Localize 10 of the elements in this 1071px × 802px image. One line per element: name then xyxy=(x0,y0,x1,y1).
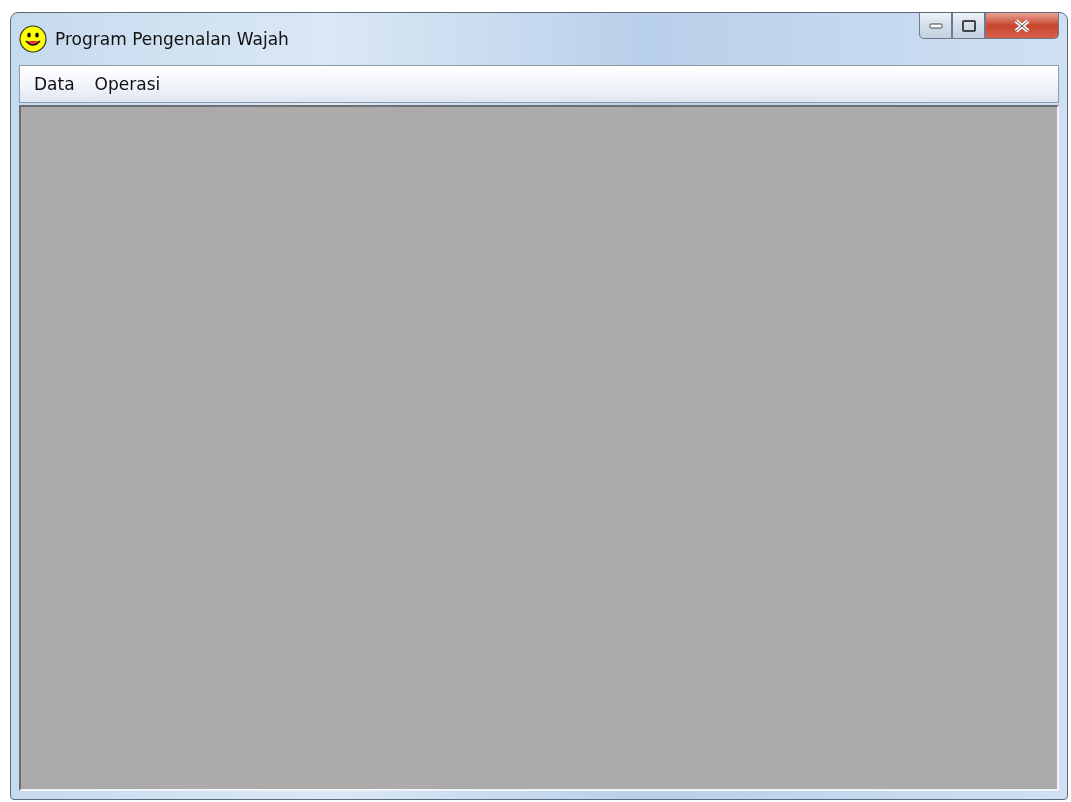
maximize-button[interactable] xyxy=(952,13,985,39)
close-icon xyxy=(1013,18,1031,33)
maximize-icon xyxy=(961,19,976,32)
minimize-button[interactable] xyxy=(919,13,952,39)
close-button[interactable] xyxy=(985,13,1059,39)
window-title: Program Pengenalan Wajah xyxy=(55,29,289,49)
minimize-icon xyxy=(928,22,943,29)
menu-item[interactable]: Operasi xyxy=(88,72,167,96)
menu-item[interactable]: Data xyxy=(28,72,81,96)
smiley-icon xyxy=(19,25,47,53)
